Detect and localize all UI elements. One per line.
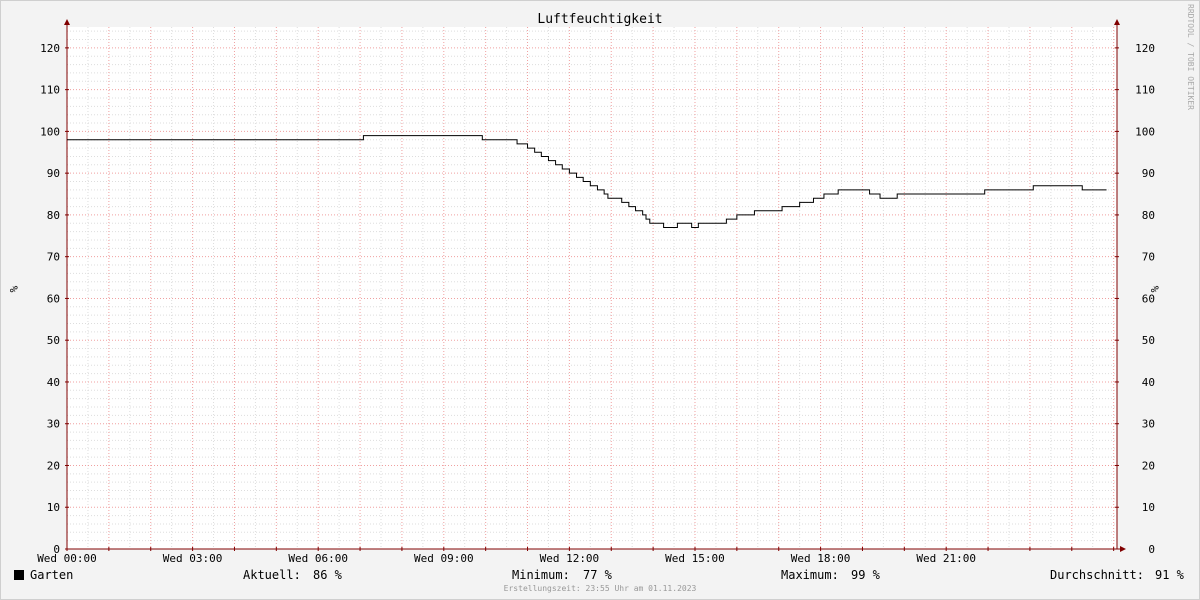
y-tick-label: 20 [1142,459,1155,472]
y-tick-label: 60 [47,292,60,305]
y-tick-label: 60 [1142,292,1155,305]
x-tick-labels: Wed 00:00 Wed 03:00 Wed 06:00 Wed 09:00 Wed … [37,552,976,565]
y-tick-label: 40 [47,376,60,389]
legend-avg-value: 91 % [1155,568,1184,582]
y-tick-label: 70 [47,251,60,264]
y-tick-label: 30 [1142,418,1155,431]
y-tick-label: 100 [1135,125,1155,138]
y-tick-label: 70 [1142,251,1155,264]
legend-current-value: 86 % [313,568,342,582]
y-tick-label: 10 [47,501,60,514]
y-tick-label: 80 [47,209,60,222]
legend-min-value: 77 % [583,568,612,582]
y-tick-label: 120 [1135,42,1155,55]
x-tick-label: Wed 21:00 [916,552,976,565]
y-tick-label: 110 [40,84,60,97]
plot-area [67,27,1117,549]
x-axis-arrow [1120,546,1126,552]
x-tick-label: Wed 18:00 [791,552,851,565]
legend-current-label: Aktuell: [243,568,301,582]
watermark: RRDTOOL / TOBI OETIKER [1186,4,1195,110]
y-tick-label: 100 [40,125,60,138]
x-tick-label: Wed 00:00 [37,552,97,565]
y-tick-label: 90 [47,167,60,180]
y-axis-label-left: % [7,286,20,293]
chart-svg: 0 10 20 30 40 50 60 70 80 90 100 110 120 0 10 20 30 40 50… [7,12,1161,565]
x-tick-label: Wed 03:00 [163,552,223,565]
x-tick-label: Wed 09:00 [414,552,474,565]
legend: Garten Aktuell: 86 % Minimum: 77 % Maxim… [0,568,1200,584]
x-tick-label: Wed 12:00 [540,552,600,565]
y-tick-label: 50 [47,334,60,347]
y-tick-label: 110 [1135,84,1155,97]
x-tick-label: Wed 06:00 [288,552,348,565]
legend-swatch [14,570,24,580]
legend-max-value: 99 % [851,568,880,582]
legend-min-label: Minimum: [512,568,570,582]
y-axis-arrow-left [64,19,70,25]
y-tick-labels-right: 0 10 20 30 40 50 60 70 80 90 100 110 120 [1135,42,1155,556]
y-tick-label: 10 [1142,501,1155,514]
x-tick-label: Wed 15:00 [665,552,725,565]
y-tick-label: 0 [1148,543,1155,556]
y-tick-label: 80 [1142,209,1155,222]
creation-time: Erstellungszeit: 23:55 Uhr am 01.11.2023 [503,584,697,593]
legend-avg-label: Durchschnitt: [1050,568,1144,582]
y-tick-label: 30 [47,418,60,431]
legend-max-label: Maximum: [781,568,839,582]
y-tick-label: 50 [1142,334,1155,347]
y-tick-labels-left: 0102030405060708090100110120 [40,42,60,556]
y-tick-label: 120 [40,42,60,55]
y-tick-label: 40 [1142,376,1155,389]
y-tick-label: 20 [47,459,60,472]
legend-series-name: Garten [30,568,74,582]
y-axis-label-right: % [1148,286,1161,293]
chart-title: Luftfeuchtigkeit [537,12,662,27]
y-tick-label: 90 [1142,167,1155,180]
y-axis-arrow-right [1114,19,1120,25]
